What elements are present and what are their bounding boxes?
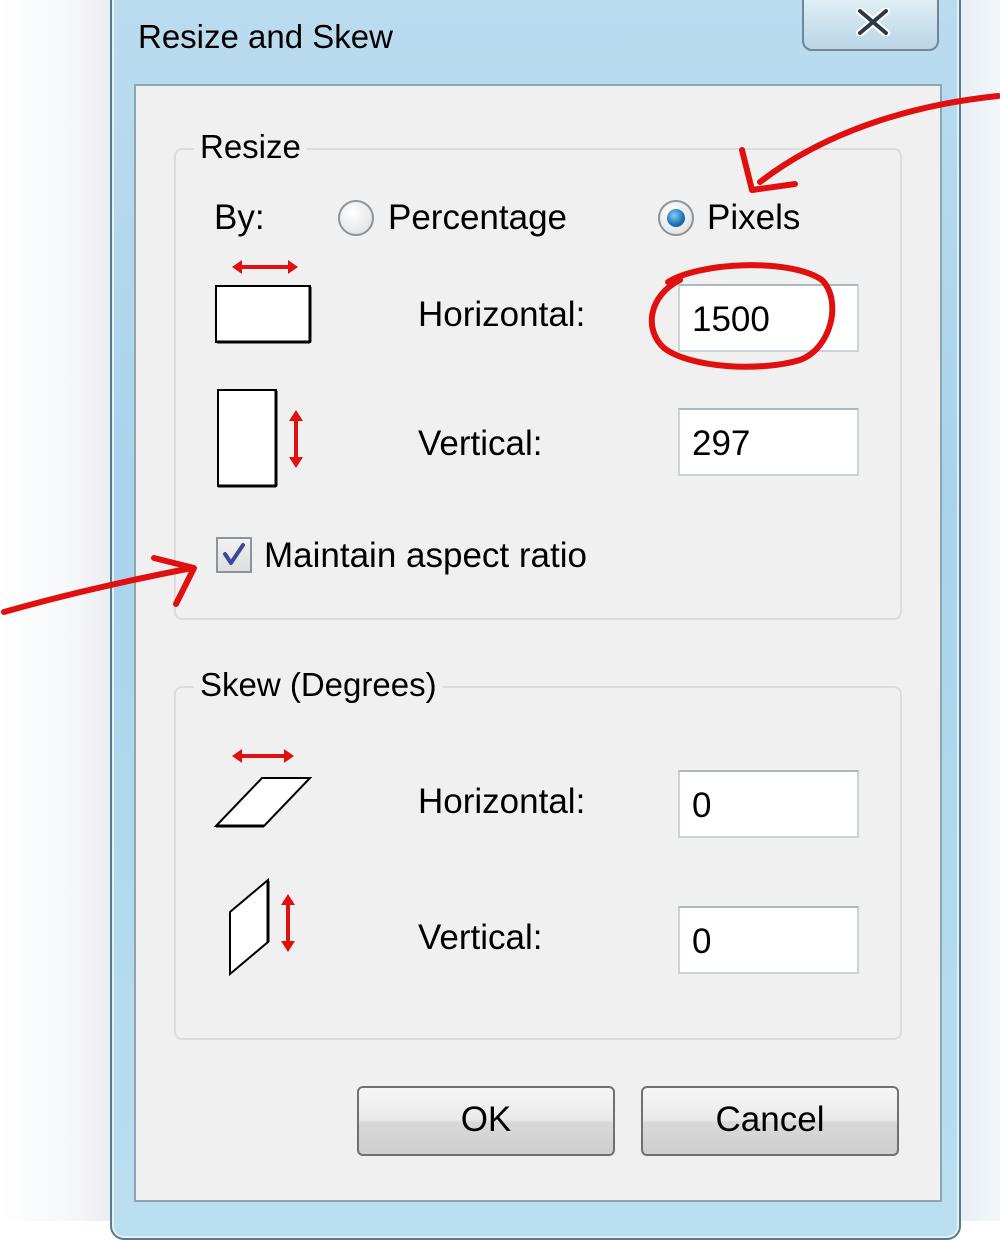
- pixels-label[interactable]: Pixels: [707, 198, 800, 238]
- ok-button[interactable]: OK: [357, 1086, 615, 1156]
- percentage-label[interactable]: Percentage: [388, 198, 567, 238]
- dialog-title: Resize and Skew: [138, 18, 393, 55]
- skew-vertical-label: Vertical:: [418, 918, 543, 957]
- close-icon: [856, 8, 890, 36]
- maintain-aspect-checkbox[interactable]: [216, 537, 252, 573]
- resize-group-label: Resize: [194, 128, 307, 166]
- resize-horizontal-icon: [215, 260, 312, 344]
- skew-horizontal-icon: [213, 749, 313, 828]
- resize-vertical-label: Vertical:: [418, 424, 543, 463]
- skew-vertical-icon: [229, 877, 295, 977]
- background-app-left: [0, 0, 112, 1221]
- resize-vertical-icon: [217, 389, 303, 488]
- resize-horizontal-input[interactable]: 1500: [678, 284, 859, 352]
- by-label: By:: [214, 198, 265, 237]
- pixels-radio[interactable]: [658, 200, 694, 236]
- percentage-radio[interactable]: [338, 200, 374, 236]
- skew-horizontal-label: Horizontal:: [418, 782, 586, 821]
- resize-vertical-input[interactable]: 297: [678, 408, 859, 476]
- cancel-button[interactable]: Cancel: [641, 1086, 899, 1156]
- maintain-aspect-label[interactable]: Maintain aspect ratio: [264, 536, 587, 576]
- background-app-right: [955, 0, 1000, 1221]
- checkmark-icon: [223, 543, 245, 565]
- skew-horizontal-input[interactable]: 0: [678, 770, 859, 838]
- skew-vertical-input[interactable]: 0: [678, 906, 859, 974]
- skew-group: [174, 686, 902, 1040]
- skew-group-label: Skew (Degrees): [194, 666, 443, 704]
- resize-horizontal-label: Horizontal:: [418, 295, 586, 334]
- close-button[interactable]: [802, 0, 939, 51]
